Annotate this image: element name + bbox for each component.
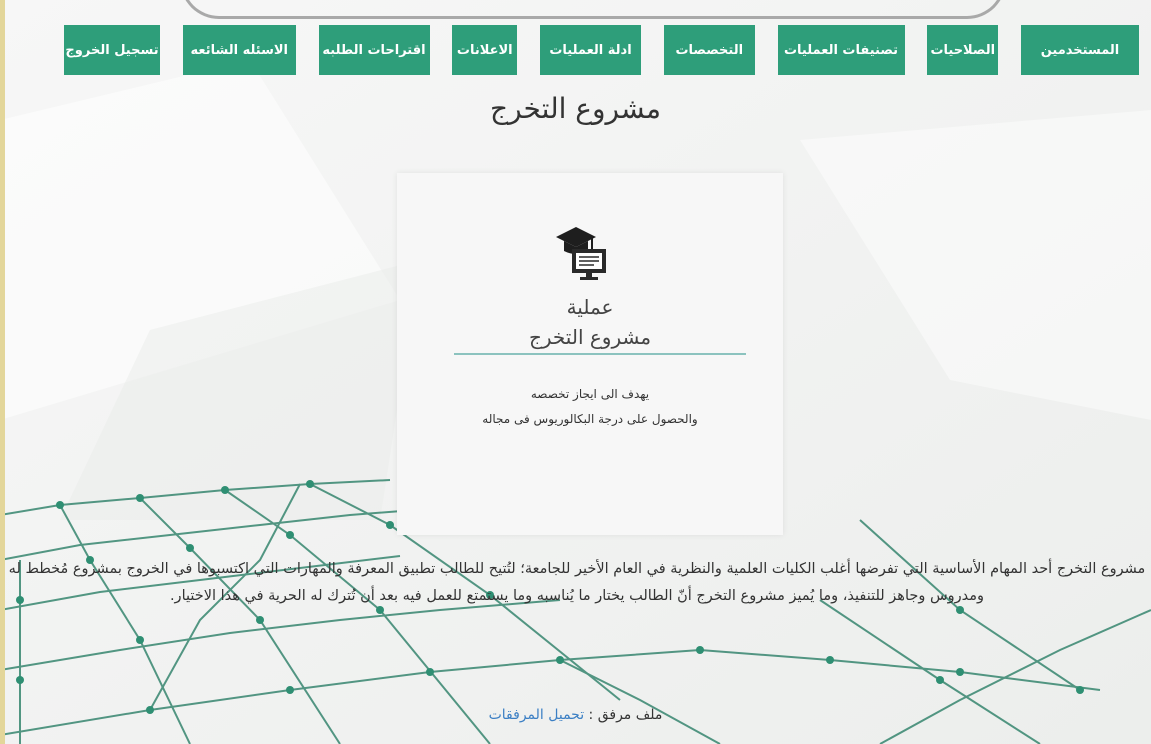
- card-description-line2: والحصول على درجة البكالوريوس فى مجاله: [482, 412, 698, 426]
- card-description-line1: يهدف الى ايجاز تخصصه: [530, 387, 650, 401]
- process-card: عملية مشروع التخرج يهدف الى ايجاز تخصصه …: [397, 173, 783, 535]
- nav-item-process-categories[interactable]: تصنيفات العمليات: [777, 25, 905, 75]
- download-attachments-link[interactable]: تحميل المرفقات: [489, 707, 585, 723]
- page: المستخدمين الصلاحيات تصنيفات العمليات ال…: [0, 0, 1151, 744]
- graduation-cap-monitor-icon: [556, 227, 606, 280]
- nav-item-specializations[interactable]: التخصصات: [663, 25, 755, 75]
- nav-item-users[interactable]: المستخدمين: [1021, 25, 1139, 75]
- card-title-line2: مشروع التخرج: [528, 325, 652, 349]
- nav-item-logout[interactable]: تسجيل الخروج: [64, 25, 160, 75]
- main-nav: المستخدمين الصلاحيات تصنيفات العمليات ال…: [64, 25, 1139, 75]
- nav-item-process-guides[interactable]: ادلة العمليات: [540, 25, 641, 75]
- card-divider: [454, 353, 746, 355]
- nav-item-student-suggestions[interactable]: اقتراحات الطلبه: [318, 25, 430, 75]
- nav-item-faq[interactable]: الاسئله الشائعه: [182, 25, 296, 75]
- nav-item-permissions[interactable]: الصلاحيات: [927, 25, 999, 75]
- attachment-row: ملف مرفق : تحميل المرفقات: [0, 707, 1151, 723]
- nav-item-announcements[interactable]: الاعلانات: [452, 25, 518, 75]
- card-title-line1: عملية: [566, 295, 614, 319]
- page-title: مشروع التخرج: [490, 92, 661, 125]
- attachment-label: ملف مرفق :: [588, 707, 663, 723]
- project-description: مشروع التخرج أحد المهام الأساسية التي تف…: [8, 561, 1146, 604]
